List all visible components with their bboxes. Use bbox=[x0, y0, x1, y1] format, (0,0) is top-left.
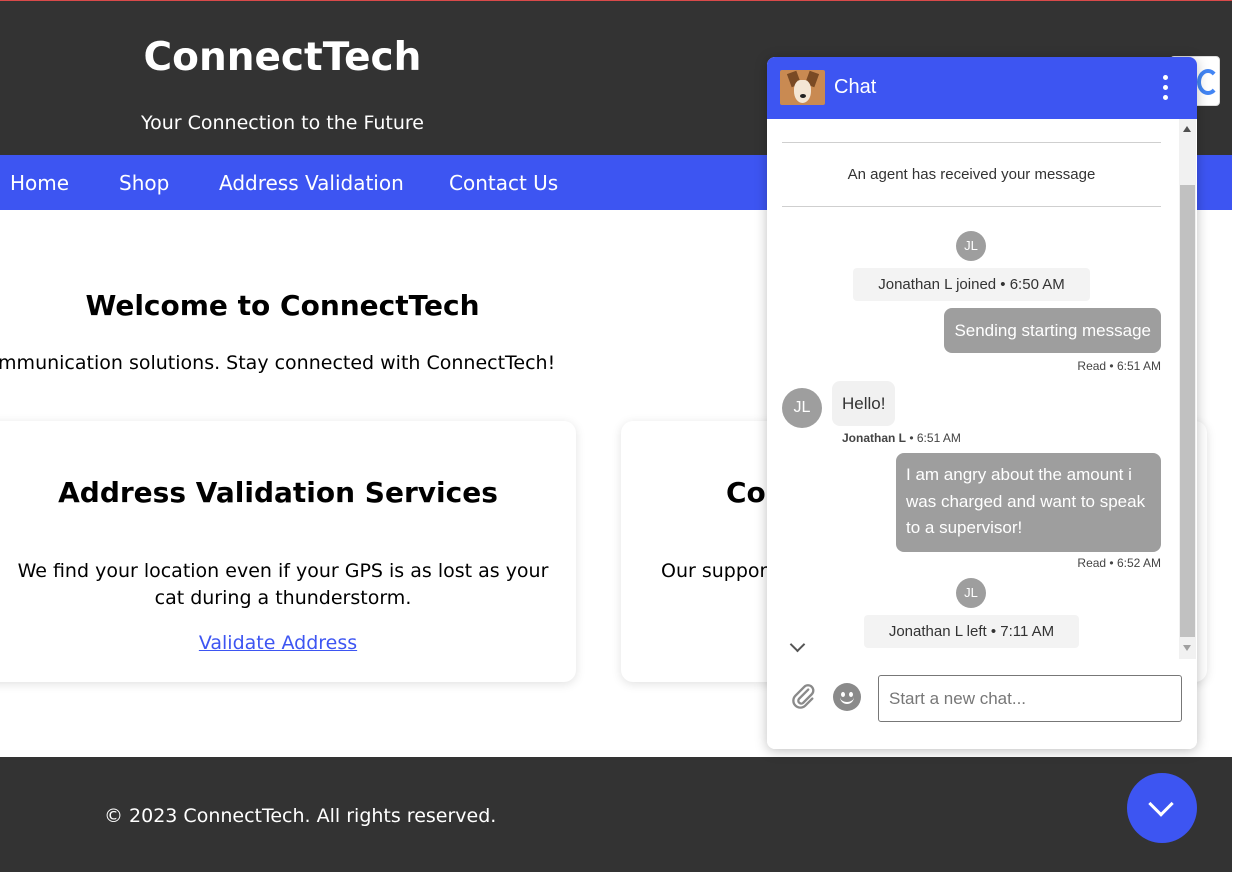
attach-icon[interactable] bbox=[789, 682, 817, 710]
chat-title: Chat bbox=[834, 76, 877, 98]
divider bbox=[782, 142, 1161, 143]
divider bbox=[782, 206, 1161, 207]
site-footer: © 2023 ConnectTech. All rights reserved. bbox=[0, 757, 1232, 872]
site-title: ConnectTech bbox=[143, 35, 422, 80]
avatar: JL bbox=[782, 388, 822, 428]
top-accent-line bbox=[0, 0, 1235, 1]
address-validation-card: Address Validation Services We find your… bbox=[0, 421, 576, 682]
menu-dots-icon[interactable] bbox=[1160, 74, 1170, 102]
card-text: We find your location even if your GPS i… bbox=[17, 560, 549, 609]
chat-messages[interactable]: An agent has received your message JL Jo… bbox=[767, 119, 1197, 659]
message-meta: Read • 6:51 AM bbox=[1077, 359, 1161, 373]
site-tagline: Your Connection to the Future bbox=[141, 112, 424, 134]
scroll-down-arrow[interactable] bbox=[1183, 645, 1191, 651]
nav-home[interactable]: Home bbox=[10, 171, 69, 195]
avatar: JL bbox=[956, 578, 986, 608]
validate-address-link[interactable]: Validate Address bbox=[0, 632, 576, 654]
chat-input-row bbox=[767, 659, 1197, 749]
system-note: An agent has received your message bbox=[847, 166, 1096, 183]
scrollbar-thumb[interactable] bbox=[1180, 185, 1195, 637]
chat-message-input[interactable] bbox=[878, 675, 1182, 722]
leave-event: Jonathan L left • 7:11 AM bbox=[864, 615, 1079, 648]
welcome-text: er for cutting-edge telecommunication so… bbox=[0, 352, 556, 374]
chevron-down-icon bbox=[1148, 791, 1174, 817]
card-title: Address Validation Services bbox=[58, 476, 498, 509]
footer-copyright: © 2023 ConnectTech. All rights reserved. bbox=[104, 805, 497, 827]
message-time: • 6:51 AM bbox=[906, 431, 961, 445]
scroll-up-arrow[interactable] bbox=[1183, 126, 1191, 132]
message-bubble-out: I am angry about the amount i was charge… bbox=[896, 453, 1161, 552]
agent-avatar bbox=[780, 70, 825, 105]
message-meta: Jonathan L • 6:51 AM bbox=[842, 431, 961, 445]
chat-toggle-button[interactable] bbox=[1127, 773, 1197, 843]
message-bubble-in: Hello! bbox=[832, 381, 896, 426]
avatar: JL bbox=[956, 231, 986, 261]
chat-header: Chat bbox=[767, 57, 1197, 119]
sender-name: Jonathan L bbox=[842, 431, 907, 445]
language-icon bbox=[1197, 69, 1219, 95]
nav-contact-us[interactable]: Contact Us bbox=[449, 171, 558, 195]
emoji-icon[interactable] bbox=[833, 683, 861, 711]
message-meta: Read • 6:52 AM bbox=[1077, 556, 1161, 570]
message-bubble-out: Sending starting message bbox=[944, 308, 1161, 353]
welcome-title: Welcome to ConnectTech bbox=[85, 289, 480, 322]
chevron-down-icon[interactable] bbox=[789, 636, 806, 653]
nav-shop[interactable]: Shop bbox=[119, 171, 169, 195]
nav-address-validation[interactable]: Address Validation bbox=[219, 171, 404, 195]
join-event: Jonathan L joined • 6:50 AM bbox=[853, 268, 1090, 301]
chat-widget: Chat An agent has received your message … bbox=[767, 57, 1197, 749]
